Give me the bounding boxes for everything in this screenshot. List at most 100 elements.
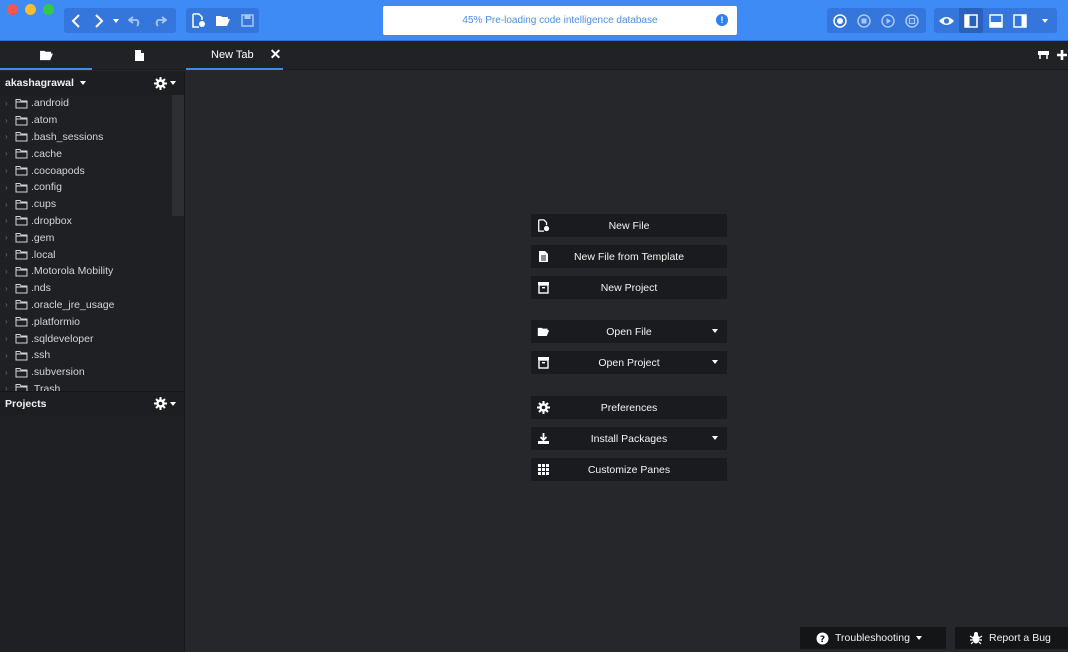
chevron-right-icon[interactable]: › xyxy=(5,200,15,209)
list-item[interactable]: › .config xyxy=(0,179,184,196)
scrollbar[interactable] xyxy=(172,95,184,216)
list-item[interactable]: › .Trash xyxy=(0,381,184,391)
chevron-right-icon[interactable]: › xyxy=(5,233,15,242)
open-file-toolbar-button[interactable] xyxy=(211,8,235,33)
history-nav-group xyxy=(64,8,176,33)
list-item[interactable]: › .dropbox xyxy=(0,213,184,230)
record-macro-button[interactable] xyxy=(827,8,852,33)
new-file-toolbar-button[interactable] xyxy=(186,8,211,33)
stop-macro-button[interactable] xyxy=(852,8,876,33)
folder-icon xyxy=(15,215,28,226)
places-settings-button[interactable] xyxy=(154,76,176,90)
list-item[interactable]: › .atom xyxy=(0,112,184,129)
toggle-left-pane-button[interactable] xyxy=(959,8,983,33)
list-item[interactable]: › .platformio xyxy=(0,313,184,330)
list-item[interactable]: › .gem xyxy=(0,229,184,246)
play-macro-button[interactable] xyxy=(876,8,900,33)
chevron-right-icon[interactable]: › xyxy=(5,384,15,391)
layout-dropdown-button[interactable] xyxy=(1032,8,1057,33)
list-item[interactable]: › .local xyxy=(0,246,184,263)
new-file-button[interactable]: New File xyxy=(531,214,727,237)
close-tab-icon[interactable]: ✕ xyxy=(270,46,282,63)
toggle-right-pane-button[interactable] xyxy=(1008,8,1032,33)
chevron-right-icon[interactable]: › xyxy=(5,149,15,158)
chevron-right-icon[interactable]: › xyxy=(5,99,15,108)
undo-button[interactable] xyxy=(122,8,148,33)
chevron-right-icon[interactable]: › xyxy=(5,116,15,125)
projects-header[interactable]: Projects xyxy=(0,391,184,415)
quick-start-pane: New File New File from Template New Proj… xyxy=(186,71,1068,652)
chevron-right-icon[interactable]: › xyxy=(5,166,15,175)
grid-icon xyxy=(538,464,549,475)
list-item[interactable]: › .sqldeveloper xyxy=(0,330,184,347)
close-window-button[interactable] xyxy=(7,4,18,15)
plus-icon[interactable] xyxy=(1056,49,1068,61)
save-macro-button[interactable] xyxy=(900,8,924,33)
caret-down-icon[interactable] xyxy=(712,436,718,440)
caret-down-icon[interactable] xyxy=(712,329,718,333)
toggle-bottom-pane-button[interactable] xyxy=(983,8,1008,33)
history-dropdown-button[interactable] xyxy=(110,8,122,33)
left-pane-icon xyxy=(964,13,978,28)
chevron-right-icon[interactable]: › xyxy=(5,267,15,276)
forward-button[interactable] xyxy=(88,8,110,33)
bookmark-pane-icon[interactable] xyxy=(1037,49,1050,60)
projects-settings-button[interactable] xyxy=(154,397,176,410)
install-packages-button[interactable]: Install Packages xyxy=(531,427,727,450)
list-item[interactable]: › .ssh xyxy=(0,347,184,364)
folder-icon xyxy=(15,266,28,277)
folder-icon xyxy=(15,367,28,378)
open-file-button[interactable]: Open File xyxy=(531,320,727,343)
places-header[interactable]: akashagrawal xyxy=(0,71,184,95)
chevron-right-icon[interactable]: › xyxy=(5,250,15,259)
list-item[interactable]: › .cocoapods xyxy=(0,162,184,179)
save-toolbar-button[interactable] xyxy=(235,8,259,33)
tab-places[interactable] xyxy=(0,41,92,70)
info-icon[interactable]: ! xyxy=(716,14,728,26)
tab-new-tab[interactable]: New Tab ✕ xyxy=(186,41,283,70)
install-packages-label: Install Packages xyxy=(590,432,668,445)
zoom-window-button[interactable] xyxy=(43,4,54,15)
chevron-right-icon[interactable]: › xyxy=(5,351,15,360)
chevron-right-icon[interactable]: › xyxy=(5,334,15,343)
caret-down-icon[interactable] xyxy=(712,360,718,364)
file-icon xyxy=(134,50,144,61)
list-item[interactable]: › .Motorola Mobility xyxy=(0,263,184,280)
new-file-from-template-button[interactable]: New File from Template xyxy=(531,245,727,268)
report-bug-button[interactable]: Report a Bug xyxy=(955,627,1068,649)
folder-name: .Motorola Mobility xyxy=(31,265,114,278)
chevron-right-icon[interactable]: › xyxy=(5,183,15,192)
tab-open-files[interactable] xyxy=(93,41,185,70)
folder-icon xyxy=(15,232,28,243)
troubleshooting-button[interactable]: ? Troubleshooting xyxy=(800,627,946,649)
list-item[interactable]: › .android xyxy=(0,95,184,112)
chevron-right-icon[interactable]: › xyxy=(5,300,15,309)
redo-button[interactable] xyxy=(148,8,172,33)
focus-mode-button[interactable] xyxy=(934,8,959,33)
folder-name: .gem xyxy=(31,231,55,244)
places-root-selector[interactable]: akashagrawal xyxy=(5,77,86,89)
back-button[interactable] xyxy=(64,8,88,33)
new-project-button[interactable]: New Project xyxy=(531,276,727,299)
list-item[interactable]: › .subversion xyxy=(0,364,184,381)
chevron-right-icon[interactable]: › xyxy=(5,317,15,326)
minimize-window-button[interactable] xyxy=(25,4,36,15)
list-item[interactable]: › .cups xyxy=(0,196,184,213)
list-item[interactable]: › .oracle_jre_usage xyxy=(0,297,184,314)
preferences-button[interactable]: Preferences xyxy=(531,396,727,419)
chevron-right-icon[interactable]: › xyxy=(5,368,15,377)
chevron-right-icon[interactable]: › xyxy=(5,132,15,141)
status-notification[interactable]: 45% Pre-loading code intelligence databa… xyxy=(383,6,737,35)
folder-icon xyxy=(15,199,28,210)
list-item[interactable]: › .nds xyxy=(0,280,184,297)
tab-label: New Tab xyxy=(211,48,254,61)
chevron-right-icon[interactable]: › xyxy=(5,216,15,225)
folder-open-icon xyxy=(537,327,550,336)
customize-panes-button[interactable]: Customize Panes xyxy=(531,458,727,481)
folder-icon xyxy=(15,165,28,176)
open-project-button[interactable]: Open Project xyxy=(531,351,727,374)
list-item[interactable]: › .cache xyxy=(0,145,184,162)
chevron-right-icon[interactable]: › xyxy=(5,284,15,293)
list-item[interactable]: › .bash_sessions xyxy=(0,129,184,146)
folder-icon xyxy=(15,299,28,310)
